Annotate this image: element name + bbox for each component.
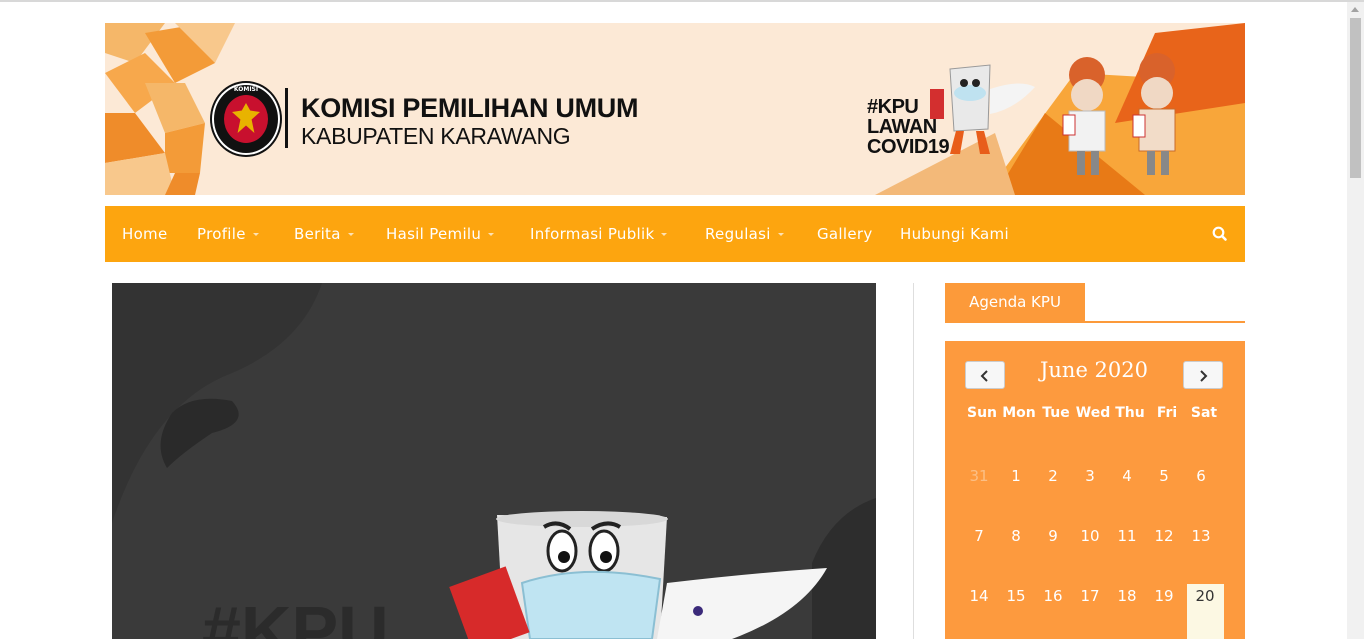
nav-hasil-pemilu[interactable]: Hasil Pemilu: [386, 206, 495, 262]
caret-down-icon: [661, 233, 668, 236]
weekday-fri: Fri: [1156, 405, 1178, 421]
weekday-sat: Sat: [1190, 405, 1218, 421]
chevron-right-icon: [1200, 370, 1208, 382]
calendar-day[interactable]: 19: [1146, 587, 1182, 605]
tab-agenda-kpu[interactable]: Agenda KPU: [945, 283, 1085, 322]
vertical-scrollbar[interactable]: [1347, 2, 1364, 639]
calendar-day[interactable]: 12: [1146, 527, 1182, 545]
main-navigation: Home Profile Berita Hasil Pemilu Informa…: [105, 206, 1245, 262]
nav-profile[interactable]: Profile: [197, 206, 259, 262]
calendar-day[interactable]: 6: [1183, 467, 1219, 485]
chevron-left-icon: [980, 370, 988, 382]
calendar-day[interactable]: 15: [998, 587, 1034, 605]
scrollbar-thumb[interactable]: [1350, 18, 1361, 178]
site-title: KOMISI PEMILIHAN UMUM: [301, 93, 639, 123]
calendar-day[interactable]: 10: [1072, 527, 1108, 545]
nav-informasi-publik[interactable]: Informasi Publik: [530, 206, 668, 262]
calendar-day[interactable]: 8: [998, 527, 1034, 545]
search-icon[interactable]: [1211, 225, 1229, 243]
weekday-mon: Mon: [1002, 405, 1036, 421]
caret-down-icon: [488, 233, 495, 236]
site-subtitle: KABUPATEN KARAWANG: [301, 123, 571, 149]
tab-underline: [945, 321, 1245, 323]
calendar-day-today[interactable]: 20: [1187, 587, 1223, 605]
traditional-mascots: [1062, 53, 1176, 175]
calendar-day[interactable]: 18: [1109, 587, 1145, 605]
calendar-day[interactable]: 1: [998, 467, 1034, 485]
scroll-up-icon[interactable]: [1351, 7, 1359, 12]
hero-slide-image[interactable]: #KPU: [112, 283, 876, 639]
agenda-calendar: June 2020 Sun Mon Tue Wed Thu Fri Sat 31…: [945, 341, 1245, 639]
weekday-wed: Wed: [1075, 405, 1111, 421]
calendar-day[interactable]: 13: [1183, 527, 1219, 545]
nav-berita[interactable]: Berita: [294, 206, 354, 262]
nav-hubungi-kami[interactable]: Hubungi Kami: [900, 206, 1009, 262]
svg-text:#KPU: #KPU: [202, 592, 389, 639]
calendar-day[interactable]: 5: [1146, 467, 1182, 485]
calendar-day[interactable]: 11: [1109, 527, 1145, 545]
logo-divider: [285, 88, 288, 148]
nav-home[interactable]: Home: [122, 206, 168, 262]
calendar-prev-button[interactable]: [965, 361, 1005, 389]
caret-down-icon: [252, 233, 259, 236]
ballot-box-mascot: [930, 64, 1035, 154]
caret-down-icon: [777, 233, 784, 236]
header-banner: KOMISI KOMISI PEMILIHAN UMUM KABUPATEN K…: [105, 23, 1245, 195]
hero-illustration: #KPU: [112, 283, 876, 639]
nav-regulasi[interactable]: Regulasi: [705, 206, 784, 262]
calendar-day[interactable]: 4: [1109, 467, 1145, 485]
weekday-sun: Sun: [966, 405, 998, 421]
calendar-day[interactable]: 16: [1035, 587, 1071, 605]
nav-gallery[interactable]: Gallery: [817, 206, 873, 262]
calendar-day[interactable]: 2: [1035, 467, 1071, 485]
weekday-tue: Tue: [1042, 405, 1070, 421]
calendar-month-title: June 2020: [1039, 358, 1148, 382]
kpu-logo[interactable]: KOMISI: [212, 83, 280, 155]
calendar-day[interactable]: 31: [961, 467, 997, 485]
content-divider: [913, 283, 914, 639]
caret-down-icon: [347, 233, 354, 236]
weekday-thu: Thu: [1115, 405, 1145, 421]
calendar-day[interactable]: 7: [961, 527, 997, 545]
calendar-day[interactable]: 9: [1035, 527, 1071, 545]
calendar-next-button[interactable]: [1183, 361, 1223, 389]
calendar-day[interactable]: 17: [1072, 587, 1108, 605]
calendar-day[interactable]: 14: [961, 587, 997, 605]
calendar-day[interactable]: 3: [1072, 467, 1108, 485]
